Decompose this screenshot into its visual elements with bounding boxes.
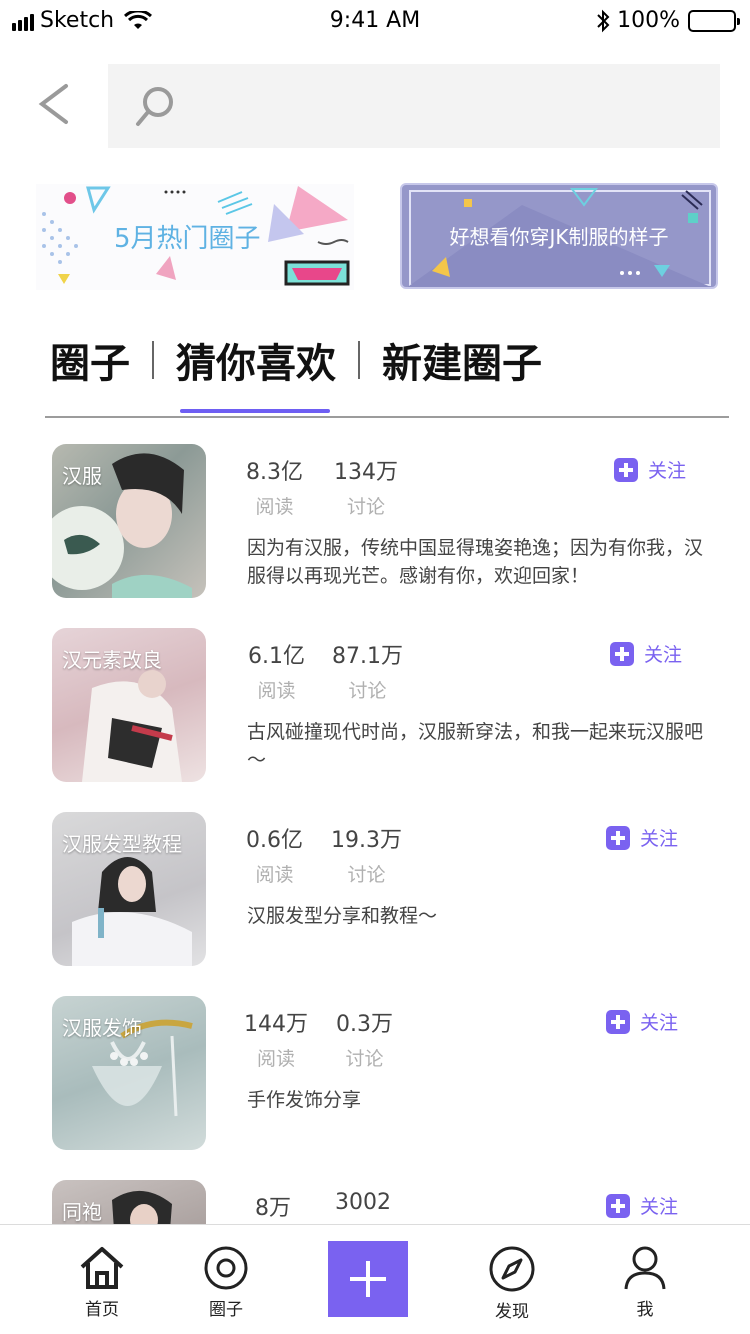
search-icon (136, 87, 173, 126)
divider (45, 416, 729, 418)
discussion-count: 0.3万 讨论 (336, 1012, 393, 1070)
nav-me[interactable]: 我 (600, 1245, 690, 1320)
tab-divider (152, 341, 154, 379)
read-count: 6.1亿 阅读 (248, 644, 305, 702)
tab-circles[interactable]: 圈子 (50, 331, 130, 389)
banner-hot-circles[interactable]: 5月热门圈子 (36, 184, 354, 290)
list-item[interactable]: 汉服发型教程 0.6亿 阅读 19.3万 讨论 关注 汉服发型分享和教程～ (0, 812, 750, 972)
circle-thumbnail: 汉服发型教程 (52, 812, 206, 966)
back-arrow-icon (38, 84, 68, 124)
read-count: 0.6亿 阅读 (246, 828, 303, 886)
circle-target-icon (204, 1246, 248, 1290)
read-count: 8.3亿 阅读 (246, 460, 303, 518)
back-button[interactable] (30, 80, 80, 130)
tab-bar: 圈子 猜你喜欢 新建圈子 (50, 330, 542, 413)
tab-guess-you-like[interactable]: 猜你喜欢 (176, 331, 336, 413)
discussion-count: 134万 讨论 (334, 460, 398, 518)
bluetooth-icon (597, 9, 610, 32)
tab-new-circle[interactable]: 新建圈子 (382, 331, 542, 389)
read-count: 144万 阅读 (244, 1012, 308, 1070)
bottom-nav: 首页 圈子 发现 我 (0, 1224, 750, 1334)
circle-name: 汉元素改良 (62, 648, 162, 672)
circle-description: 因为有汉服，传统中国显得瑰姿艳逸；因为有你我，汉服得以再现光芒。感谢有你，欢迎回… (247, 537, 704, 587)
follow-button[interactable]: 关注 (606, 1008, 678, 1035)
user-icon (624, 1246, 666, 1290)
nav-discover[interactable]: 发现 (467, 1245, 557, 1322)
plus-icon (606, 1193, 630, 1218)
home-icon (80, 1247, 124, 1289)
discussion-count: 87.1万 讨论 (332, 644, 403, 702)
battery-percent: 100% (617, 8, 680, 33)
circle-description: 汉服发型分享和教程～ (247, 905, 438, 927)
follow-button[interactable]: 关注 (610, 640, 682, 667)
plus-icon (614, 457, 638, 482)
list-item[interactable]: 汉服 8.3亿 阅读 134万 讨论 关注 因为有汉服，传统中国显得瑰姿艳逸；因… (0, 444, 750, 604)
discussion-count: 19.3万 讨论 (331, 828, 402, 886)
circle-name: 汉服发饰 (62, 1016, 142, 1040)
circle-thumbnail: 汉服发饰 (52, 996, 206, 1150)
circle-name: 同袍 (62, 1200, 102, 1224)
tab-divider (358, 341, 360, 379)
status-bar: Sketch 9:41 AM 100% (0, 0, 750, 44)
list-item[interactable]: 汉服发饰 144万 阅读 0.3万 讨论 关注 手作发饰分享 (0, 996, 750, 1156)
circle-thumbnail: 汉元素改良 (52, 628, 206, 782)
nav-circle[interactable]: 圈子 (181, 1245, 271, 1320)
follow-button[interactable]: 关注 (606, 1192, 678, 1219)
search-bar[interactable] (108, 64, 720, 148)
add-button[interactable] (328, 1241, 408, 1317)
circle-name: 汉服 (62, 464, 102, 488)
list-item[interactable]: 汉元素改良 6.1亿 阅读 87.1万 讨论 关注 古风碰撞现代时尚，汉服新穿法… (0, 628, 750, 788)
compass-icon (489, 1246, 535, 1292)
banner-jk-uniform[interactable]: 好想看你穿JK制服的样子 (400, 183, 718, 289)
plus-icon (606, 825, 630, 850)
follow-button[interactable]: 关注 (614, 456, 686, 483)
plus-icon (606, 1009, 630, 1034)
circle-description: 古风碰撞现代时尚，汉服新穿法，和我一起来玩汉服吧～ (247, 721, 704, 771)
battery-icon (688, 9, 740, 32)
circle-thumbnail: 汉服 (52, 444, 206, 598)
circle-name: 汉服发型教程 (62, 832, 182, 856)
follow-button[interactable]: 关注 (606, 824, 678, 851)
plus-icon (610, 641, 634, 666)
search-input[interactable] (188, 64, 708, 148)
banner-title: 好想看你穿JK制服的样子 (449, 225, 669, 249)
circle-description: 手作发饰分享 (247, 1089, 362, 1111)
banner-title: 5月热门圈子 (114, 224, 261, 254)
nav-home[interactable]: 首页 (57, 1245, 147, 1320)
